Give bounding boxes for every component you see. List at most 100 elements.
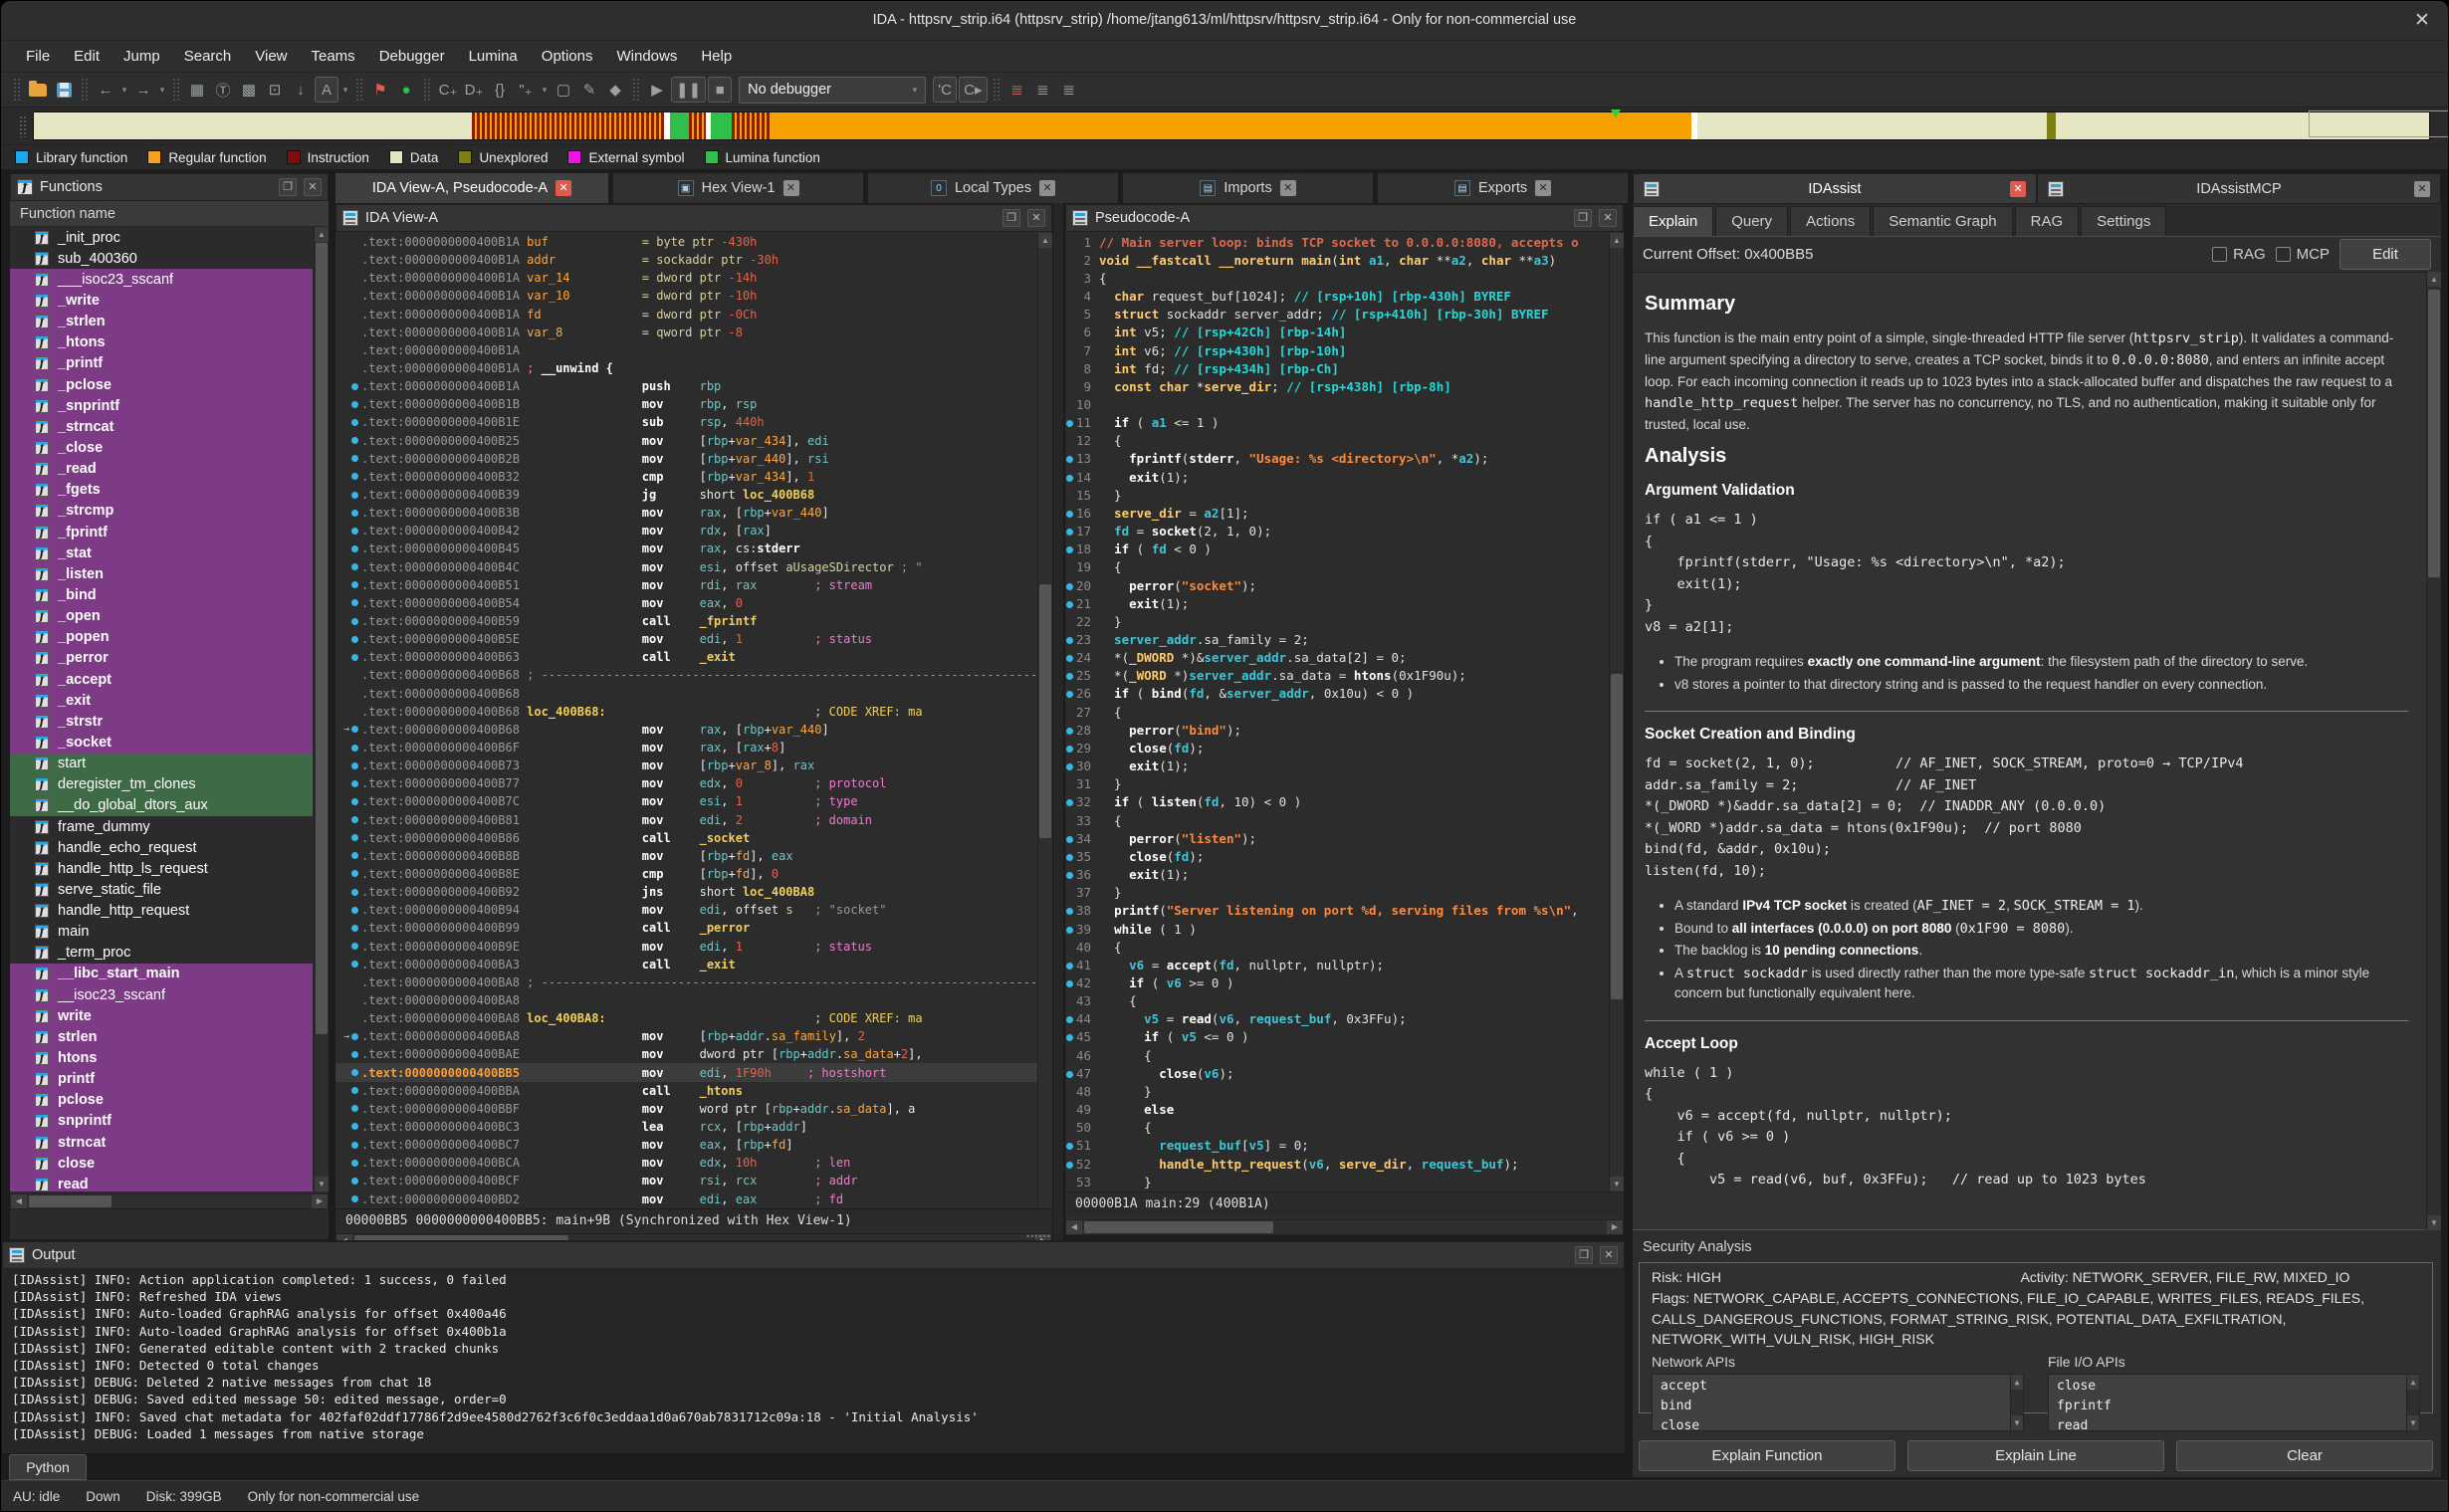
types-icon[interactable]: Ⓣ: [211, 77, 235, 103]
disasm-line[interactable]: .text:0000000000400BC3 lea rcx, [rbp+add…: [335, 1118, 1037, 1136]
disasm-line[interactable]: .text:0000000000400B51 mov rdi, rax ; st…: [335, 576, 1037, 594]
close-icon[interactable]: ✕: [304, 178, 322, 196]
function-row[interactable]: fhtons: [10, 1047, 313, 1068]
pseudocode-line[interactable]: 52 handle_http_request(v6, serve_dir, re…: [1065, 1155, 1609, 1173]
disasm-line[interactable]: .text:0000000000400BC7 mov eax, [rbp+fd]: [335, 1136, 1037, 1154]
disasm-line[interactable]: .text:0000000000400B42 mov rdx, [rax]: [335, 522, 1037, 540]
disasm-line[interactable]: .text:0000000000400B8B mov [rbp+fd], eax: [335, 847, 1037, 865]
python-tab[interactable]: Python: [9, 1454, 87, 1480]
menu-edit[interactable]: Edit: [63, 44, 111, 69]
pseudocode-line[interactable]: 36 exit(1);: [1065, 865, 1609, 883]
disasm-line[interactable]: .text:0000000000400B9E mov edi, 1 ; stat…: [335, 937, 1037, 955]
pseudocode-line[interactable]: 8 int fd; // [rsp+434h] [rbp-Ch]: [1065, 359, 1609, 377]
pseudocode-line[interactable]: 26 if ( bind(fd, &server_addr, 0x10u) < …: [1065, 685, 1609, 703]
save-icon[interactable]: [52, 77, 76, 103]
function-row[interactable]: fhandle_echo_request: [10, 837, 313, 858]
pseudocode-line[interactable]: 27 {: [1065, 703, 1609, 721]
panel-tab-idassist[interactable]: IDAssist✕: [1633, 173, 2037, 204]
subtab-semantic-graph[interactable]: Semantic Graph: [1873, 206, 2012, 236]
lumina-icon[interactable]: ●: [394, 77, 418, 103]
create-function-icon[interactable]: C₊: [436, 77, 460, 103]
pseudocode-line[interactable]: 47 close(v6);: [1065, 1064, 1609, 1082]
disasm-line[interactable]: .text:0000000000400B1A var_14 = dword pt…: [335, 269, 1037, 287]
pause-icon[interactable]: ❚❚: [671, 77, 706, 103]
restore-icon[interactable]: ❐: [1574, 209, 1592, 227]
disassembly-listing[interactable]: .text:0000000000400B1A buf = byte ptr -4…: [335, 233, 1037, 1208]
tab-close-icon[interactable]: ✕: [1039, 180, 1055, 196]
back-icon[interactable]: ←: [94, 77, 117, 103]
pseudocode-line[interactable]: 28 perror("bind");: [1065, 721, 1609, 739]
pseudocode-line[interactable]: 45 if ( v5 <= 0 ): [1065, 1028, 1609, 1046]
pseudocode-line[interactable]: 50 {: [1065, 1119, 1609, 1137]
pseudocode-line[interactable]: 42 if ( v6 >= 0 ): [1065, 973, 1609, 991]
pseudocode-line[interactable]: 12 {: [1065, 432, 1609, 450]
function-row[interactable]: f__isoc23_sscanf: [10, 984, 313, 1005]
pseudocode-line[interactable]: 53 }: [1065, 1173, 1609, 1190]
scroll-up-icon[interactable]: ▲: [315, 227, 329, 242]
menu-windows[interactable]: Windows: [605, 44, 688, 69]
function-row[interactable]: f_perror: [10, 648, 313, 669]
scroll-left-icon[interactable]: ◀: [11, 1194, 27, 1208]
scroll-right-icon[interactable]: ▶: [312, 1194, 328, 1208]
panel-tab-idassistmcp[interactable]: IDAssistMCP✕: [2037, 173, 2441, 204]
disasm-line[interactable]: .text:0000000000400B25 mov [rbp+var_434]…: [335, 432, 1037, 450]
function-row[interactable]: fsnprintf: [10, 1111, 313, 1132]
disasm-line[interactable]: .text:0000000000400B6F mov rax, [rax+8]: [335, 739, 1037, 756]
pseudocode-line[interactable]: 22 }: [1065, 612, 1609, 630]
disasm-line[interactable]: .text:0000000000400B1A addr = sockaddr p…: [335, 251, 1037, 269]
tab-exports[interactable]: ▤Exports✕: [1377, 172, 1629, 203]
scroll-thumb[interactable]: [29, 1195, 111, 1207]
disasm-line[interactable]: .text:0000000000400B45 mov rax, cs:stder…: [335, 540, 1037, 557]
function-row[interactable]: f_popen: [10, 627, 313, 648]
function-row[interactable]: fhandle_http_request: [10, 901, 313, 922]
pseudocode-line[interactable]: 32 if ( listen(fd, 10) < 0 ): [1065, 793, 1609, 811]
toolbar-button[interactable]: ▾: [340, 77, 350, 103]
tab-close-icon[interactable]: ✕: [556, 180, 571, 196]
function-row[interactable]: fstart: [10, 754, 313, 774]
pseudocode-line[interactable]: 16 serve_dir = a2[1];: [1065, 504, 1609, 522]
pseudocode-line[interactable]: 10: [1065, 395, 1609, 413]
segments-icon[interactable]: ⊡: [263, 77, 287, 103]
function-row[interactable]: fprintf: [10, 1069, 313, 1090]
explain-function-button[interactable]: Explain Function: [1639, 1440, 1895, 1471]
api-list-item[interactable]: accept: [1661, 1377, 2015, 1397]
pseudocode-line[interactable]: 15 }: [1065, 486, 1609, 504]
function-row[interactable]: f_exit: [10, 690, 313, 711]
trace-list-icon[interactable]: ≣: [1057, 77, 1081, 103]
patch-icon[interactable]: ◆: [603, 77, 627, 103]
functions-panel-header[interactable]: f Functions ❐ ✕: [10, 173, 329, 201]
menu-jump[interactable]: Jump: [112, 44, 171, 69]
restore-icon[interactable]: ❐: [279, 178, 297, 196]
toolbar-button[interactable]: ▾: [540, 77, 550, 103]
pseudocode-line[interactable]: 31 }: [1065, 775, 1609, 793]
menu-options[interactable]: Options: [531, 44, 604, 69]
output-log[interactable]: [IDAssist] INFO: Action application comp…: [12, 1271, 1615, 1451]
watch-list-icon[interactable]: ≣: [1031, 77, 1055, 103]
toolbar-button[interactable]: ▾: [119, 77, 129, 103]
scroll-down-icon[interactable]: ▼: [315, 1177, 329, 1191]
disasm-line[interactable]: .text:0000000000400B8E cmp [rbp+fd], 0: [335, 865, 1037, 883]
tab-close-icon[interactable]: ✕: [1535, 180, 1551, 196]
selection-icon[interactable]: ▢: [552, 77, 575, 103]
pseudocode-line[interactable]: 38 printf("Server listening on port %d, …: [1065, 902, 1609, 920]
disasm-line[interactable]: .text:0000000000400B59 call _fprintf: [335, 612, 1037, 630]
function-row[interactable]: f_init_proc: [10, 227, 313, 248]
scroll-thumb[interactable]: [1084, 1221, 1273, 1233]
disasm-line[interactable]: .text:0000000000400B68 loc_400B68: ; COD…: [335, 703, 1037, 721]
tab-ida-view-a-pseudocode-a[interactable]: IDA View-A, Pseudocode-A✕: [334, 172, 609, 203]
pseudocode-line[interactable]: 40 {: [1065, 938, 1609, 956]
pseudocode-line[interactable]: 5 struct sockaddr server_addr; // [rsp+4…: [1065, 306, 1609, 324]
network-apis-list[interactable]: acceptbindclose▲▼: [1652, 1374, 2024, 1431]
close-icon[interactable]: ✕: [1027, 209, 1045, 227]
function-row[interactable]: f_strlen: [10, 312, 313, 332]
functions-hscrollbar[interactable]: ◀ ▶: [10, 1193, 329, 1209]
disasm-line[interactable]: .text:0000000000400B1E sub rsp, 440h: [335, 413, 1037, 431]
api-list-item[interactable]: bind: [1661, 1397, 2015, 1416]
tab-local-types[interactable]: 0Local Types✕: [867, 172, 1119, 203]
function-row[interactable]: fderegister_tm_clones: [10, 774, 313, 795]
function-row[interactable]: fmain: [10, 922, 313, 943]
pseudocode-line[interactable]: 1// Main server loop: binds TCP socket t…: [1065, 233, 1609, 251]
function-row[interactable]: f_write: [10, 290, 313, 311]
menu-lumina[interactable]: Lumina: [458, 44, 529, 69]
pseudocode-line[interactable]: 29 close(fd);: [1065, 739, 1609, 756]
